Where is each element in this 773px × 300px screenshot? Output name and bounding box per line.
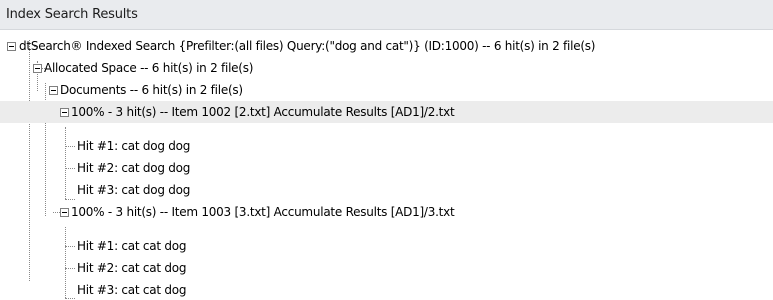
- tree-node-root[interactable]: dtSearch® Indexed Search {Prefilter:(all…: [0, 35, 773, 57]
- hit-label: Hit #3: cat dog dog: [77, 183, 191, 197]
- tree-node-label: 100% - 3 hit(s) -- Item 1002 [2.txt] Acc…: [71, 105, 455, 119]
- tree-node-label: 100% - 3 hit(s) -- Item 1003 [3.txt] Acc…: [71, 205, 455, 219]
- collapse-toggle-icon[interactable]: [60, 208, 69, 217]
- tree-node-hit[interactable]: Hit #3: cat dog dog: [0, 179, 773, 201]
- hit-label: Hit #2: cat dog dog: [77, 161, 191, 175]
- tree-node-item-1003[interactable]: 100% - 3 hit(s) -- Item 1003 [3.txt] Acc…: [0, 201, 773, 223]
- collapse-toggle-icon[interactable]: [33, 64, 42, 73]
- tree-node-allocated-space[interactable]: Allocated Space -- 6 hit(s) in 2 file(s): [0, 57, 773, 79]
- panel-header: Index Search Results: [0, 0, 773, 30]
- hit-label: Hit #1: cat dog dog: [77, 139, 191, 153]
- hit-label: Hit #2: cat cat dog: [77, 261, 187, 275]
- results-tree: dtSearch® Indexed Search {Prefilter:(all…: [0, 30, 773, 300]
- tree-node-hit[interactable]: Hit #2: cat cat dog: [0, 257, 773, 279]
- tree-node-hit[interactable]: Hit #2: cat dog dog: [0, 157, 773, 179]
- collapse-toggle-icon[interactable]: [60, 108, 69, 117]
- tree-node-label: Documents -- 6 hit(s) in 2 file(s): [60, 83, 243, 97]
- tree-node-hit[interactable]: Hit #3: cat cat dog: [0, 279, 773, 300]
- collapse-toggle-icon[interactable]: [7, 42, 16, 51]
- tree-node-hit[interactable]: Hit #1: cat dog dog: [0, 135, 773, 157]
- tree-node-hit[interactable]: Hit #1: cat cat dog: [0, 235, 773, 257]
- panel-title: Index Search Results: [6, 7, 138, 22]
- tree-node-item-1002[interactable]: 100% - 3 hit(s) -- Item 1002 [2.txt] Acc…: [0, 101, 773, 123]
- tree-node-label: Allocated Space -- 6 hit(s) in 2 file(s): [44, 61, 254, 75]
- index-search-results-panel: Index Search Results dtSearch® Indexed S…: [0, 0, 773, 300]
- hit-label: Hit #1: cat cat dog: [77, 239, 187, 253]
- hit-label: Hit #3: cat cat dog: [77, 283, 187, 297]
- collapse-toggle-icon[interactable]: [49, 86, 58, 95]
- tree-node-label: dtSearch® Indexed Search {Prefilter:(all…: [19, 39, 596, 53]
- tree-node-documents[interactable]: Documents -- 6 hit(s) in 2 file(s): [0, 79, 773, 101]
